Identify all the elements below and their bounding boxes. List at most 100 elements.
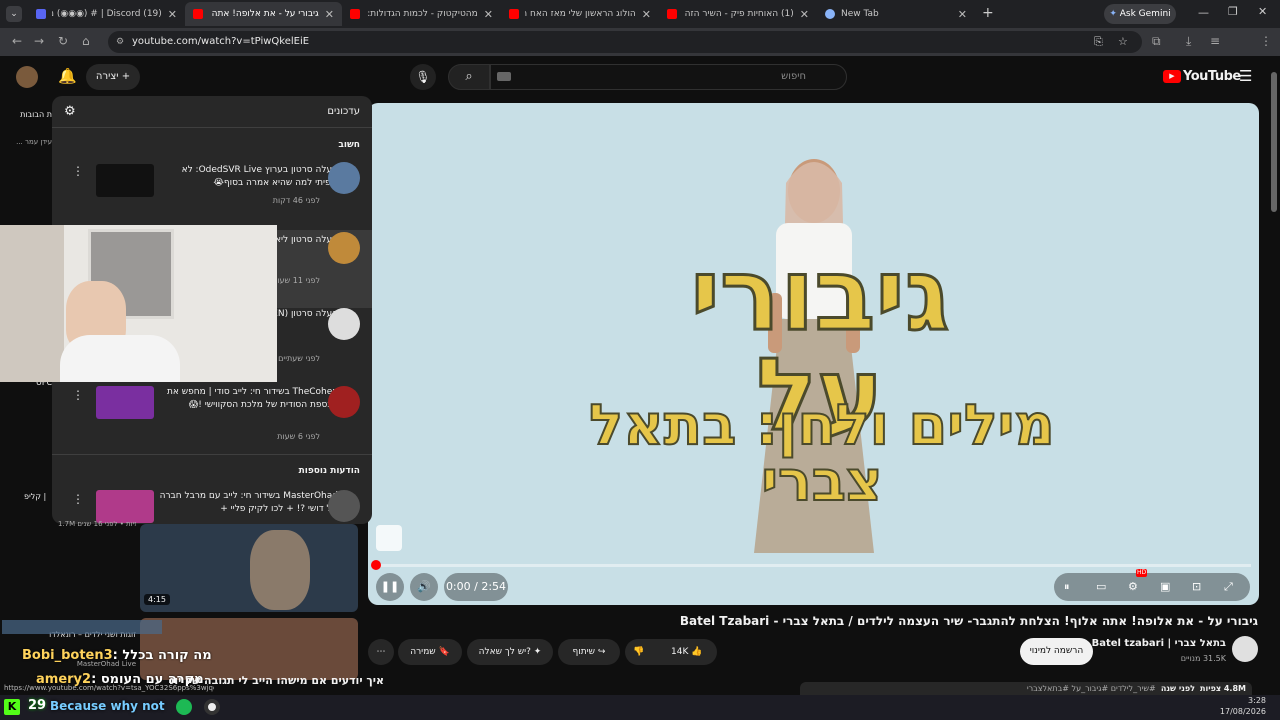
notification-thumbnail xyxy=(96,386,154,419)
rec3-title: איך יודעים אם מישהו הייב לי תגובה של יוט… xyxy=(170,674,384,687)
notifications-title: עדכונים xyxy=(327,106,360,117)
youtube-logo[interactable]: ▶ YouTube xyxy=(1163,69,1241,84)
cast-icon[interactable]: ⊡ xyxy=(1192,573,1201,601)
close-tab-icon[interactable]: ✕ xyxy=(800,8,809,21)
bookmark-star-icon[interactable]: ☆ xyxy=(1118,31,1128,53)
fullscreen-icon[interactable]: ⤢ xyxy=(1224,573,1233,601)
hamburger-menu-icon[interactable]: ☰ xyxy=(1239,67,1252,85)
duration-badge: 4:15 xyxy=(144,594,170,605)
more-options-icon[interactable]: ⋮ xyxy=(72,388,84,402)
progress-bar[interactable] xyxy=(376,564,1251,567)
channel-watermark[interactable] xyxy=(376,525,402,551)
tab-youtube-2[interactable]: מהטיקטוק - לכמות הגדולות: הע ✕ xyxy=(342,2,501,26)
notification-item[interactable]: ⋮ MasterOhad בשידור חי: לייב עם מרבל חבר… xyxy=(52,490,372,524)
section-more: הודעות נוספות xyxy=(298,466,360,476)
user-avatar[interactable] xyxy=(16,66,38,88)
close-tab-icon[interactable]: ✕ xyxy=(484,8,493,21)
obs-icon[interactable] xyxy=(204,699,220,715)
close-tab-icon[interactable]: ✕ xyxy=(642,8,651,21)
extensions-icon[interactable]: ⧉ xyxy=(1152,34,1161,49)
clock-date: 17/08/2026 xyxy=(1219,707,1266,716)
more-options-icon[interactable]: ⋮ xyxy=(72,164,84,178)
forward-icon[interactable]: → xyxy=(34,34,44,48)
tab-discord[interactable]: (19) Discord | #‏ (◉◉◉) מיסט & ג ✕ xyxy=(28,2,185,26)
pause-button[interactable]: ❚❚ xyxy=(376,573,404,601)
notifications-bell-icon[interactable]: 🔔 xyxy=(58,67,77,85)
new-tab-button[interactable]: + xyxy=(982,5,994,21)
settings-gear-icon[interactable]: ⚙ xyxy=(1128,573,1138,601)
tab-youtube-active[interactable]: גיבורי על - את אלופה! אתה ✕ xyxy=(185,2,342,26)
close-tab-icon[interactable]: ✕ xyxy=(168,8,177,21)
clock-time: 3:28 xyxy=(1248,696,1266,705)
back-icon[interactable]: ← xyxy=(12,34,22,48)
tab-youtube-4[interactable]: (1) האוחיות פיק - השיר הזה - בו ✕ xyxy=(659,2,817,26)
notification-item[interactable]: ⋮ TheCohen בשידור חי: לייב סודי | מחפש א… xyxy=(52,384,372,462)
sidebar-sub-label: ... עידן עמר xyxy=(16,138,52,146)
kick-icon[interactable]: K xyxy=(4,699,20,715)
volume-icon: 🔊 xyxy=(417,580,431,593)
miniplayer-icon[interactable]: ▣ xyxy=(1160,573,1170,601)
autoplay-toggle-icon[interactable]: ⏸ xyxy=(1064,573,1070,601)
streamer-shirt xyxy=(60,335,180,382)
chat-user-1: Bobi_boten3: מה קורה בכלל xyxy=(22,648,212,663)
keyboard-icon[interactable] xyxy=(497,72,511,81)
share-button[interactable]: שיתוף ↪ xyxy=(558,639,620,665)
reload-icon[interactable]: ↻ xyxy=(58,34,68,48)
youtube-favicon-icon xyxy=(509,9,519,19)
tab-search-button[interactable]: ⌄ xyxy=(6,6,22,22)
channel-avatar xyxy=(328,308,360,340)
save-button[interactable]: שמירה 🔖 xyxy=(398,639,462,665)
video-overlay-subtitle: מילים ולחן: בתאל צברי xyxy=(588,393,1056,514)
ask-gemini-button[interactable]: ✦ Ask Gemini xyxy=(1104,4,1176,24)
site-info-icon[interactable]: ⚙ xyxy=(116,31,124,53)
youtube-favicon-icon xyxy=(667,9,677,19)
voice-search-button[interactable]: 🎙 xyxy=(410,64,436,90)
more-options-icon[interactable]: ⋮ xyxy=(72,492,84,506)
maximize-button[interactable]: ❐ xyxy=(1228,5,1238,18)
channel-name[interactable]: בתאל צברי | Batel tzabari xyxy=(1092,638,1226,649)
plus-icon: + xyxy=(121,71,131,82)
page-scrollbar[interactable] xyxy=(1268,56,1280,695)
notification-thumbnail xyxy=(96,164,154,197)
hd-badge: HD xyxy=(1136,569,1148,577)
tab-youtube-3[interactable]: הולוג הראשון שלי מאז האח הגד ✕ xyxy=(501,2,659,26)
url-input[interactable]: ⚙ youtube.com/watch?v=tPiwQkelEiE ⎘ ☆ xyxy=(108,31,1142,53)
recommended-thumbnail[interactable]: 4:15 xyxy=(140,524,358,612)
time-display: 0:00 / 2:54 xyxy=(444,573,508,601)
search-input[interactable]: חיפוש xyxy=(490,64,847,90)
ask-question-button[interactable]: יש לך שאלה? ✦ xyxy=(467,639,553,665)
spotify-icon[interactable] xyxy=(176,699,192,715)
close-window-button[interactable]: ✕ xyxy=(1258,5,1267,18)
progress-scrubber[interactable] xyxy=(371,560,381,570)
volume-button[interactable]: 🔊 xyxy=(410,573,438,601)
minimize-button[interactable]: — xyxy=(1198,6,1209,19)
close-tab-icon[interactable]: ✕ xyxy=(958,8,967,21)
tab-new-tab[interactable]: New Tab ✕ xyxy=(817,2,975,26)
youtube-favicon-icon xyxy=(350,9,360,19)
scrollbar-thumb[interactable] xyxy=(1271,72,1277,212)
downloads-icon[interactable]: ⤓ xyxy=(1186,34,1191,49)
browser-menu-icon[interactable]: ⋮ xyxy=(1260,34,1272,48)
video-player[interactable]: גיבורי על מילים ולחן: בתאל צברי ❚❚ 🔊 0:0… xyxy=(368,103,1259,605)
door xyxy=(0,225,64,382)
address-bar-row: ← → ↻ ⌂ ⚙ youtube.com/watch?v=tPiwQkelEi… xyxy=(0,28,1280,77)
notifications-settings-icon[interactable]: ⚙ xyxy=(64,104,76,119)
home-icon[interactable]: ⌂ xyxy=(82,34,90,48)
create-button[interactable]: יצירה + xyxy=(86,64,140,90)
search-button[interactable]: ⌕ xyxy=(448,64,490,90)
discord-icon xyxy=(36,9,46,19)
subtitles-icon[interactable]: ▭ xyxy=(1096,573,1106,601)
like-button[interactable]: 14K 👍 xyxy=(671,639,702,665)
sidebar-label: ת הבובות xyxy=(20,110,52,119)
channel-avatar[interactable] xyxy=(1232,636,1258,662)
like-dislike-group: 👎 14K 👍 xyxy=(625,639,717,665)
subscribe-button[interactable]: הרשמה למינוי xyxy=(1020,638,1093,665)
close-tab-icon[interactable]: ✕ xyxy=(325,8,334,21)
taskbar: K 29 Because why not 3:28 17/08/2026 xyxy=(0,695,1280,720)
browser-tab-strip: ⌄ (19) Discord | #‏ (◉◉◉) מיסט & ג ✕ גיב… xyxy=(0,0,1280,28)
install-app-icon[interactable]: ⎘ xyxy=(1094,31,1103,53)
media-control-icon[interactable]: ≡ xyxy=(1210,34,1220,48)
dislike-icon[interactable]: 👎 xyxy=(633,639,644,665)
more-actions-button[interactable]: ⋯ xyxy=(368,639,394,665)
description-box[interactable]: 4.8M צפיות לפני שנה #שיר_לילדים #גיבור_ע… xyxy=(800,682,1252,695)
